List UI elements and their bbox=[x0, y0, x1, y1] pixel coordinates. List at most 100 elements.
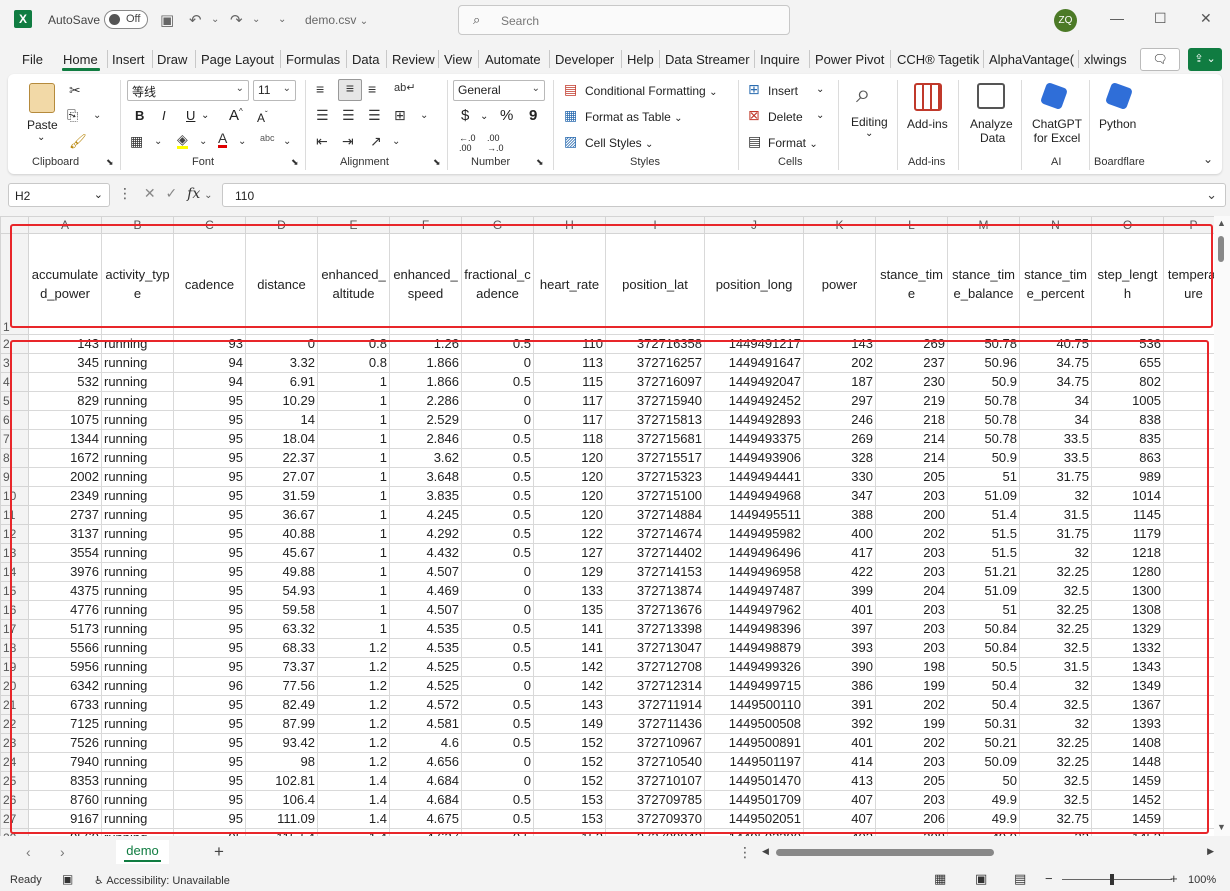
data-cell[interactable]: 4.572 bbox=[389, 695, 462, 715]
data-cell[interactable]: running bbox=[101, 733, 174, 753]
data-cell[interactable]: 87.99 bbox=[245, 714, 318, 734]
data-cell[interactable]: 50.96 bbox=[947, 353, 1020, 373]
data-cell[interactable]: 4.525 bbox=[389, 657, 462, 677]
row-header[interactable]: 9 bbox=[0, 467, 29, 487]
data-cell[interactable]: 372715940 bbox=[605, 391, 705, 411]
data-cell[interactable]: 372712708 bbox=[605, 657, 705, 677]
increase-indent-icon[interactable]: ⇥ bbox=[342, 133, 354, 150]
tab-review[interactable]: Review bbox=[392, 52, 435, 67]
data-cell[interactable]: 32.25 bbox=[1019, 600, 1092, 620]
data-cell[interactable]: 34 bbox=[1019, 410, 1092, 430]
data-cell[interactable]: 0.5 bbox=[461, 448, 534, 468]
data-cell[interactable]: 1449492893 bbox=[704, 410, 804, 430]
data-cell[interactable]: running bbox=[101, 543, 174, 563]
data-cell[interactable]: 36.67 bbox=[245, 505, 318, 525]
data-cell[interactable]: 22.37 bbox=[245, 448, 318, 468]
italic-button[interactable]: I bbox=[162, 108, 166, 123]
data-cell[interactable]: 51.5 bbox=[947, 543, 1020, 563]
data-cell[interactable]: 129 bbox=[533, 562, 606, 582]
row-header[interactable]: 2 bbox=[0, 334, 29, 354]
data-cell[interactable]: 0 bbox=[461, 581, 534, 601]
data-cell[interactable]: 0.5 bbox=[461, 524, 534, 544]
data-cell[interactable]: 152 bbox=[533, 828, 606, 836]
data-cell[interactable]: 8353 bbox=[28, 771, 102, 791]
data-cell[interactable]: 1.2 bbox=[317, 733, 390, 753]
data-cell[interactable]: 49.88 bbox=[245, 562, 318, 582]
data-cell[interactable]: 49.9 bbox=[947, 828, 1020, 836]
header-cell[interactable]: step_length bbox=[1091, 233, 1164, 335]
data-cell[interactable]: 120 bbox=[533, 486, 606, 506]
data-cell[interactable]: 152 bbox=[533, 733, 606, 753]
data-cell[interactable]: 330 bbox=[803, 467, 876, 487]
data-cell[interactable]: 142 bbox=[533, 676, 606, 696]
data-cell[interactable]: 3.62 bbox=[389, 448, 462, 468]
data-cell[interactable]: 95 bbox=[173, 733, 246, 753]
data-cell[interactable]: 50.31 bbox=[947, 714, 1020, 734]
data-cell[interactable]: 122 bbox=[533, 524, 606, 544]
data-cell[interactable]: 102.81 bbox=[245, 771, 318, 791]
autosave-toggle[interactable]: Off bbox=[104, 10, 148, 29]
data-cell[interactable]: 152 bbox=[533, 771, 606, 791]
data-cell[interactable]: 0.5 bbox=[461, 657, 534, 677]
data-cell[interactable]: 117 bbox=[533, 391, 606, 411]
data-cell[interactable]: 1 bbox=[317, 581, 390, 601]
data-cell[interactable]: 1448 bbox=[1091, 752, 1164, 772]
column-header-g[interactable]: G bbox=[461, 216, 534, 234]
data-cell[interactable]: 153 bbox=[533, 809, 606, 829]
paste-icon[interactable] bbox=[29, 83, 55, 113]
data-cell[interactable]: 34 bbox=[1019, 391, 1092, 411]
row-header[interactable]: 21 bbox=[0, 695, 29, 715]
data-cell[interactable]: 115.54 bbox=[245, 828, 318, 836]
borders-icon[interactable]: ▦ bbox=[130, 133, 143, 150]
row-header[interactable]: 24 bbox=[0, 752, 29, 772]
fill-color-icon[interactable]: ◈ bbox=[177, 132, 188, 149]
data-cell[interactable]: 1452 bbox=[1091, 790, 1164, 810]
data-cell[interactable]: 1145 bbox=[1091, 505, 1164, 525]
tab-data-streamer[interactable]: Data Streamer bbox=[665, 52, 750, 67]
find-icon[interactable]: ⌕ bbox=[856, 78, 871, 110]
data-cell[interactable]: 1449499326 bbox=[704, 657, 804, 677]
document-title[interactable]: demo.csv ⌄ bbox=[305, 13, 368, 27]
data-cell[interactable]: 9167 bbox=[28, 809, 102, 829]
data-cell[interactable]: 203 bbox=[875, 638, 948, 658]
data-cell[interactable]: 51.09 bbox=[947, 486, 1020, 506]
delete-dropdown-icon[interactable]: ⌄ bbox=[816, 110, 824, 121]
scroll-right-icon[interactable]: ▶ bbox=[1207, 846, 1214, 857]
data-cell[interactable]: 95 bbox=[173, 600, 246, 620]
next-sheet-icon[interactable]: › bbox=[60, 844, 65, 860]
grow-font-button[interactable]: A^ bbox=[229, 107, 243, 124]
insert-function-button[interactable]: fx bbox=[187, 186, 200, 202]
header-cell[interactable]: position_long bbox=[704, 233, 804, 335]
data-cell[interactable]: 1005 bbox=[1091, 391, 1164, 411]
data-cell[interactable]: 1449494441 bbox=[704, 467, 804, 487]
header-cell[interactable]: accumulated_power bbox=[28, 233, 102, 335]
data-cell[interactable]: 4375 bbox=[28, 581, 102, 601]
data-cell[interactable]: 50.09 bbox=[947, 752, 1020, 772]
column-header-l[interactable]: L bbox=[875, 216, 948, 234]
data-cell[interactable]: running bbox=[101, 524, 174, 544]
column-header-c[interactable]: C bbox=[173, 216, 246, 234]
data-cell[interactable]: 34.75 bbox=[1019, 353, 1092, 373]
header-cell[interactable]: enhanced_speed bbox=[389, 233, 462, 335]
data-cell[interactable]: 372713874 bbox=[605, 581, 705, 601]
data-cell[interactable]: 1449500891 bbox=[704, 733, 804, 753]
data-cell[interactable]: 51.5 bbox=[947, 524, 1020, 544]
data-cell[interactable]: 49.9 bbox=[947, 809, 1020, 829]
data-cell[interactable]: 199 bbox=[875, 676, 948, 696]
data-cell[interactable]: 1 bbox=[317, 562, 390, 582]
data-cell[interactable]: 1218 bbox=[1091, 543, 1164, 563]
data-cell[interactable]: 1075 bbox=[28, 410, 102, 430]
data-cell[interactable]: 391 bbox=[803, 695, 876, 715]
data-cell[interactable]: 198 bbox=[875, 657, 948, 677]
data-cell[interactable]: 372710107 bbox=[605, 771, 705, 791]
data-cell[interactable]: 407 bbox=[803, 790, 876, 810]
row-header[interactable]: 19 bbox=[0, 657, 29, 677]
data-cell[interactable]: 802 bbox=[1091, 372, 1164, 392]
data-cell[interactable]: running bbox=[101, 790, 174, 810]
analyze-data-button[interactable]: Analyze Data bbox=[970, 117, 1013, 145]
data-cell[interactable]: 32.25 bbox=[1019, 752, 1092, 772]
data-cell[interactable]: 989 bbox=[1091, 467, 1164, 487]
data-cell[interactable]: 0 bbox=[461, 562, 534, 582]
data-cell[interactable]: running bbox=[101, 695, 174, 715]
data-cell[interactable]: 32.5 bbox=[1019, 581, 1092, 601]
